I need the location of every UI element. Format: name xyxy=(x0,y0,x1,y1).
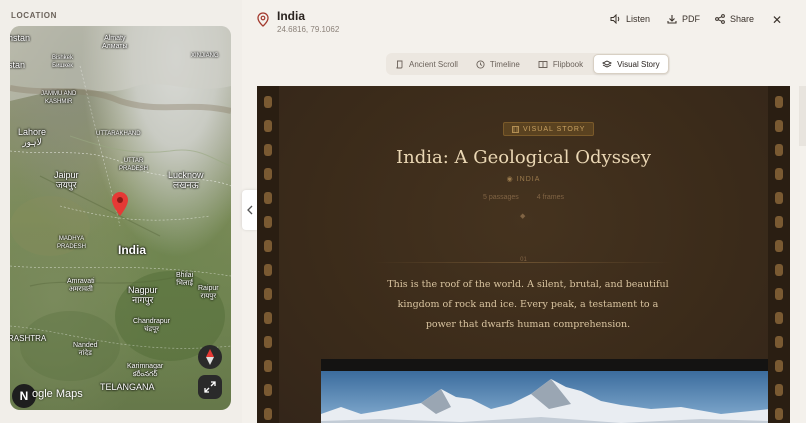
compass-button[interactable] xyxy=(198,345,222,369)
scrollbar[interactable] xyxy=(799,86,806,146)
film-strip-right xyxy=(768,86,790,423)
map-label: Raipur रायपुर xyxy=(198,285,219,300)
location-small-icon: ◉ xyxy=(506,176,517,183)
map-label: Jaipur जयपुर xyxy=(54,170,79,190)
map-label: Almaty Алматы xyxy=(102,35,128,50)
map-label: Lucknow लखनऊ xyxy=(168,170,204,190)
page-title: India xyxy=(277,9,306,23)
location-pin-icon xyxy=(257,12,269,32)
layers-icon xyxy=(602,59,613,68)
story-title: India: A Geological Odyssey xyxy=(396,147,651,168)
map-label: XINJIANG xyxy=(191,53,219,59)
badge-label: VISUAL STORY xyxy=(523,125,586,133)
film-icon xyxy=(512,125,519,133)
speaker-icon xyxy=(610,14,620,24)
collapse-panel-button[interactable] xyxy=(242,190,257,230)
map-label: hstan xyxy=(10,33,31,43)
map-label: UTTARAKHAND xyxy=(96,131,141,137)
mountain-photo xyxy=(321,359,770,423)
passages-count: 5 passages xyxy=(483,194,519,201)
listen-label: Listen xyxy=(626,14,651,24)
story-paragraph: This is the roof of the world. A silent,… xyxy=(387,279,669,330)
download-icon xyxy=(667,15,677,24)
map-label: Lahore لاہور xyxy=(18,127,47,147)
share-label: Share xyxy=(730,14,755,24)
map-label: TELANGANA xyxy=(100,382,155,392)
tab-timeline[interactable]: Timeline xyxy=(468,54,528,74)
map-label: Karimnagar కరీంనగర్ xyxy=(127,363,164,378)
story-image xyxy=(321,359,770,423)
fullscreen-button[interactable] xyxy=(198,375,222,399)
map-label: stan xyxy=(10,60,26,70)
story-meta: 5 passages 4 frames xyxy=(279,194,768,201)
scroll-icon xyxy=(396,60,403,68)
compass-icon xyxy=(206,349,214,365)
clock-icon xyxy=(476,59,485,69)
map-label: RASHTRA xyxy=(10,334,47,343)
story-location: ◉ INDIA xyxy=(506,176,541,183)
map-label: Bhilai भिलाई xyxy=(176,272,194,287)
tab-label: Timeline xyxy=(489,59,520,69)
pdf-label: PDF xyxy=(682,14,700,24)
map-label: UTTAR PRADESH xyxy=(119,158,149,172)
story-content: VISUAL STORY India: A Geological Odyssey… xyxy=(279,86,770,423)
tab-ancient-scroll[interactable]: Ancient Scroll xyxy=(387,54,466,74)
tab-flipbook[interactable]: Flipbook xyxy=(530,54,591,74)
map-label: JAMMU AND KASHMIR xyxy=(41,91,77,105)
map-label: Nagpur नागपुर xyxy=(128,285,158,305)
map-label: Amravati अमरावती xyxy=(67,278,95,293)
divider-dot: ◆ xyxy=(520,213,526,220)
view-mode-tabs: Ancient Scroll Timeline Flipbook Visual … xyxy=(386,53,670,75)
share-icon xyxy=(715,14,725,24)
film-strip-left xyxy=(257,86,279,423)
map-view[interactable]: hstan stan Almaty Алматы XINJIANG Bishke… xyxy=(10,26,231,410)
coordinates: 24.6816, 79.1062 xyxy=(277,25,340,34)
tab-label: Ancient Scroll xyxy=(409,59,458,69)
map-label: MADHYA PRADESH xyxy=(57,236,87,250)
location-panel: LOCATION hstan stan Almaty Алматы XINJIA… xyxy=(0,0,242,423)
map-label: Nanded नांदेड xyxy=(73,342,98,357)
chevron-left-icon xyxy=(246,205,252,215)
visual-story-film: VISUAL STORY India: A Geological Odyssey… xyxy=(257,86,790,423)
story-type-badge: VISUAL STORY xyxy=(503,122,595,136)
story-header: India 24.6816, 79.1062 Listen PDF Share … xyxy=(242,0,806,42)
close-icon: ✕ xyxy=(772,13,783,27)
tab-label: Visual Story xyxy=(617,59,660,69)
expand-icon xyxy=(204,381,216,393)
google-maps-attribution[interactable]: ogle Maps xyxy=(32,388,83,400)
map-label-country: India xyxy=(118,243,147,257)
pdf-button[interactable]: PDF xyxy=(667,14,700,24)
map-label: Chandrapur चंद्रपूर xyxy=(133,318,170,333)
chapter-number: 01 xyxy=(520,257,527,263)
map-label: Bishkek Бишкек xyxy=(52,55,74,69)
location-label: LOCATION xyxy=(11,11,57,20)
listen-button[interactable]: Listen xyxy=(610,14,650,24)
frames-count: 4 frames xyxy=(536,194,564,201)
book-icon xyxy=(538,60,548,68)
map-pin-icon[interactable] xyxy=(112,192,128,221)
tab-label: Flipbook xyxy=(552,59,584,69)
share-button[interactable]: Share xyxy=(715,14,754,24)
tab-visual-story[interactable]: Visual Story xyxy=(593,54,669,74)
close-button[interactable]: ✕ xyxy=(772,13,782,27)
